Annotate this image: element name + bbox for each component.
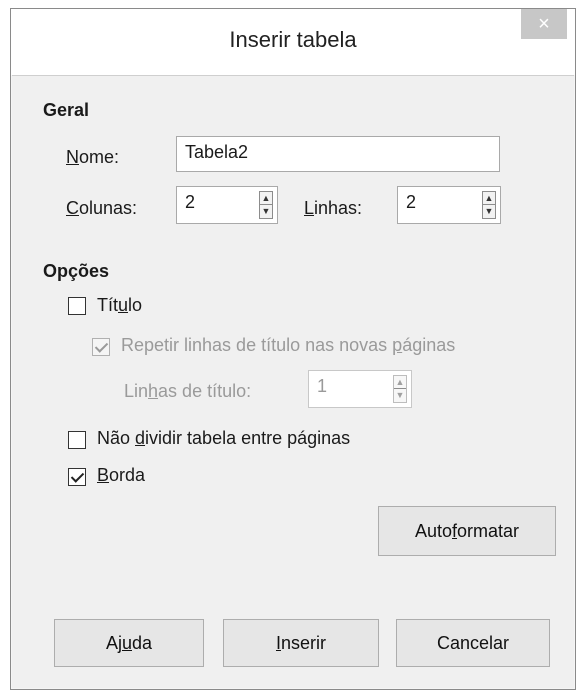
spin-up-icon[interactable]: ▲ xyxy=(260,192,272,205)
nome-input[interactable]: Tabela2 xyxy=(176,136,500,172)
linhas-titulo-label: Linhas de título: xyxy=(124,381,252,401)
linhas-titulo-spin-buttons[interactable]: ▲ ▼ xyxy=(393,375,407,403)
linhas-spinbox[interactable]: 2 ▲ ▼ xyxy=(397,186,501,224)
spin-down-icon[interactable]: ▼ xyxy=(260,205,272,218)
ajuda-button[interactable]: Ajuda xyxy=(54,619,204,667)
titulo-checkbox[interactable] xyxy=(68,297,86,315)
spin-up-icon[interactable]: ▲ xyxy=(394,376,406,389)
insert-table-dialog: Inserir tabela × Geral Nome: Tabela2 Col… xyxy=(10,8,576,690)
spin-down-icon[interactable]: ▼ xyxy=(394,389,406,402)
nao-dividir-checkbox[interactable] xyxy=(68,431,86,449)
titulo-label[interactable]: Título xyxy=(97,295,142,316)
linhas-titulo-spinbox[interactable]: 1 ▲ ▼ xyxy=(308,370,412,408)
inserir-button[interactable]: Inserir xyxy=(223,619,379,667)
colunas-value: 2 xyxy=(185,192,196,212)
close-button[interactable]: × xyxy=(521,9,567,39)
borda-checkbox[interactable] xyxy=(68,468,86,486)
close-icon: × xyxy=(538,13,550,35)
borda-label[interactable]: Borda xyxy=(97,465,145,486)
colunas-spinbox[interactable]: 2 ▲ ▼ xyxy=(176,186,278,224)
title-bar: Inserir tabela × xyxy=(11,9,575,75)
autoformatar-button[interactable]: Autoformatar xyxy=(378,506,556,556)
spin-up-icon[interactable]: ▲ xyxy=(483,192,495,205)
spin-down-icon[interactable]: ▼ xyxy=(483,205,495,218)
dialog-body: Geral Nome: Tabela2 Colunas: 2 ▲ ▼ Linha… xyxy=(12,75,574,688)
nome-input-value: Tabela2 xyxy=(185,142,249,162)
colunas-spin-buttons[interactable]: ▲ ▼ xyxy=(259,191,273,219)
repetir-checkbox[interactable] xyxy=(92,338,110,356)
dialog-title: Inserir tabela xyxy=(229,27,357,52)
cancelar-button[interactable]: Cancelar xyxy=(396,619,550,667)
linhas-titulo-value: 1 xyxy=(317,376,328,396)
linhas-value: 2 xyxy=(406,192,417,212)
nome-label: Nome: xyxy=(66,147,120,167)
linhas-label: Linhas: xyxy=(304,198,363,218)
repetir-label: Repetir linhas de título nas novas págin… xyxy=(121,335,456,355)
linhas-spin-buttons[interactable]: ▲ ▼ xyxy=(482,191,496,219)
nao-dividir-label[interactable]: Não dividir tabela entre páginas xyxy=(97,428,350,449)
section-opcoes-heading: Opções xyxy=(43,261,110,281)
colunas-label: Colunas: xyxy=(66,198,138,218)
section-geral-heading: Geral xyxy=(43,100,90,120)
